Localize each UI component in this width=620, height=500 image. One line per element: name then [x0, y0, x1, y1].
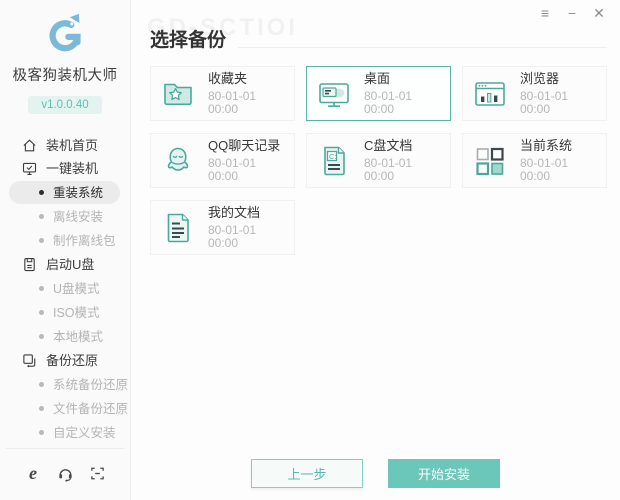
card-date: 80-01-01 00:00: [208, 223, 257, 250]
sidebar-item-label: 装机首页: [46, 138, 99, 153]
card-date: 80-01-01 00:00: [208, 156, 257, 183]
footer-actions: 上一步 开始安装: [131, 459, 620, 488]
card-label: 桌面: [364, 71, 391, 86]
sidebar-item-iso-mode[interactable]: ISO模式: [0, 301, 130, 324]
app-name: 极客狗装机大师: [12, 68, 118, 84]
sidebar-footer: e: [0, 448, 130, 500]
svg-text:C:: C:: [329, 151, 337, 160]
start-install-button[interactable]: 开始安装: [388, 459, 500, 488]
backup-restore-icon: [22, 353, 37, 368]
usb-disk-icon: [22, 257, 37, 272]
qq-penguin-icon: [160, 143, 196, 179]
backup-card-current-system[interactable]: 当前系统 80-01-01 00:00: [462, 133, 607, 188]
card-date: 80-01-01 00:00: [364, 156, 413, 183]
bullet-icon: [39, 310, 44, 315]
browser-icon: [472, 76, 508, 112]
bullet-icon: [39, 382, 44, 387]
sidebar-item-home[interactable]: 装机首页: [0, 134, 130, 157]
bullet-icon: [39, 334, 44, 339]
headset-icon[interactable]: [56, 464, 74, 482]
sidebar-item-label: ISO模式: [53, 305, 100, 320]
app-logo-icon: [42, 11, 88, 57]
backup-card-desktop[interactable]: 桌面 80-01-01 00:00: [306, 66, 451, 121]
main-content: ≡ − ✕ GD-SCTIOI 选择备份 收藏夹 80-01-01 00:00 …: [131, 0, 620, 500]
card-date: 80-01-01 00:00: [364, 89, 413, 116]
page-header: 选择备份: [150, 25, 607, 52]
window-minimize-button[interactable]: −: [564, 4, 580, 22]
sidebar-item-label: 一键装机: [46, 161, 99, 176]
sidebar-item-boot-usb[interactable]: 启动U盘: [0, 253, 130, 276]
sidebar-item-system-backup-restore[interactable]: 系统备份还原: [0, 373, 130, 396]
card-date: 80-01-01 00:00: [520, 89, 569, 116]
sidebar-item-local-mode[interactable]: 本地模式: [0, 325, 130, 348]
sidebar-item-label: 备份还原: [46, 353, 99, 368]
version-badge: v1.0.0.40: [28, 96, 102, 114]
backup-card-favorites[interactable]: 收藏夹 80-01-01 00:00: [150, 66, 295, 121]
backup-card-qq-history[interactable]: QQ聊天记录 80-01-01 00:00: [150, 133, 295, 188]
scan-icon[interactable]: [88, 464, 106, 482]
my-doc-icon: [160, 210, 196, 246]
bullet-icon: [39, 286, 44, 291]
sidebar-item-usb-mode[interactable]: U盘模式: [0, 277, 130, 300]
sidebar: 极客狗装机大师 v1.0.0.40 装机首页 一键装机 重装系统 离线安装 制作…: [0, 0, 131, 500]
app-window: 极客狗装机大师 v1.0.0.40 装机首页 一键装机 重装系统 离线安装 制作…: [0, 0, 620, 500]
sidebar-item-label: 离线安装: [53, 209, 104, 224]
card-label: 当前系统: [520, 138, 573, 153]
home-icon: [22, 138, 37, 153]
backup-card-grid: 收藏夹 80-01-01 00:00 桌面 80-01-01 00:00 浏览器…: [150, 66, 607, 255]
card-label: 浏览器: [520, 71, 560, 86]
backup-card-my-documents[interactable]: 我的文档 80-01-01 00:00: [150, 200, 295, 255]
bullet-icon: [39, 214, 44, 219]
folder-star-icon: [160, 76, 196, 112]
sidebar-item-custom-install[interactable]: 自定义安装: [0, 421, 130, 444]
previous-step-button[interactable]: 上一步: [251, 459, 363, 488]
card-label: QQ聊天记录: [208, 138, 281, 153]
bullet-icon: [39, 406, 44, 411]
window-controls: ≡ − ✕: [537, 4, 607, 22]
divider: [238, 47, 607, 48]
bullet-icon: [39, 190, 44, 195]
c-drive-doc-icon: C:: [316, 143, 352, 179]
sidebar-item-reinstall-system[interactable]: 重装系统: [9, 181, 120, 204]
browser-e-icon[interactable]: e: [24, 464, 42, 482]
bullet-icon: [39, 238, 44, 243]
card-date: 80-01-01 00:00: [208, 89, 257, 116]
sidebar-item-file-backup-restore[interactable]: 文件备份还原: [0, 397, 130, 420]
desktop-icon: [316, 76, 352, 112]
sidebar-item-label: 重装系统: [53, 185, 104, 200]
bullet-icon: [39, 430, 44, 435]
sidebar-item-label: 启动U盘: [46, 257, 95, 272]
card-date: 80-01-01 00:00: [520, 156, 569, 183]
backup-card-browser[interactable]: 浏览器 80-01-01 00:00: [462, 66, 607, 121]
sidebar-item-label: 系统备份还原: [53, 377, 129, 392]
card-label: C盘文档: [364, 138, 413, 153]
system-grid-icon: [472, 143, 508, 179]
sidebar-item-make-offline-pack[interactable]: 制作离线包: [0, 229, 130, 252]
window-close-button[interactable]: ✕: [591, 4, 607, 22]
page-title: 选择备份: [150, 30, 227, 51]
backup-card-c-drive-docs[interactable]: C: C盘文档 80-01-01 00:00: [306, 133, 451, 188]
card-label: 收藏夹: [208, 71, 248, 86]
monitor-icon: [22, 161, 37, 176]
sidebar-item-offline-install[interactable]: 离线安装: [0, 205, 130, 228]
sidebar-item-backup-restore[interactable]: 备份还原: [0, 349, 130, 372]
sidebar-item-label: 制作离线包: [53, 233, 116, 248]
card-label: 我的文档: [208, 205, 261, 220]
sidebar-item-onekey-install[interactable]: 一键装机: [0, 157, 130, 180]
sidebar-item-label: 文件备份还原: [53, 401, 129, 416]
sidebar-menu: 装机首页 一键装机 重装系统 离线安装 制作离线包 启动U盘 U盘模式 ISO模…: [0, 134, 130, 445]
window-menu-button[interactable]: ≡: [537, 4, 553, 22]
sidebar-item-label: 本地模式: [53, 329, 104, 344]
sidebar-item-label: 自定义安装: [53, 425, 116, 440]
sidebar-item-label: U盘模式: [53, 281, 100, 296]
